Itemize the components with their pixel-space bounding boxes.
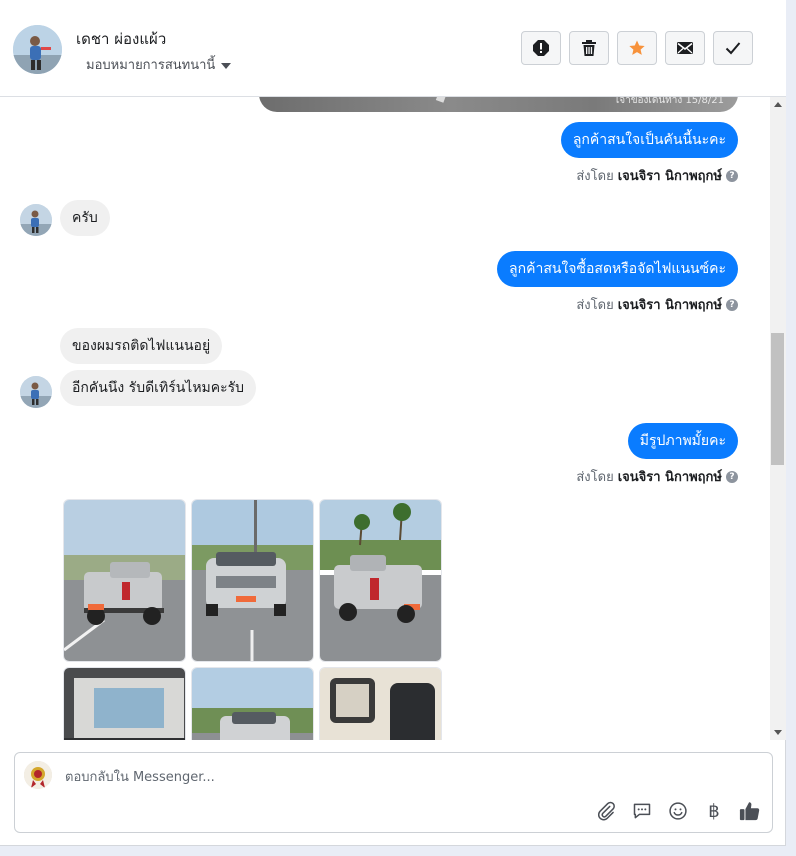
help-icon[interactable]: ? bbox=[726, 169, 738, 182]
payment-button[interactable]: ฿ bbox=[702, 799, 726, 823]
speech-bubble-icon bbox=[633, 803, 651, 819]
reply-composer: ฿ bbox=[14, 752, 773, 833]
star-button[interactable] bbox=[617, 31, 657, 65]
outgoing-message[interactable]: มีรูปภาพมั้ยคะ bbox=[627, 423, 738, 459]
outgoing-message[interactable]: ลูกค้าสนใจเป็นคันนี้นะคะ bbox=[560, 122, 738, 158]
car-photo[interactable] bbox=[63, 499, 186, 662]
assign-conversation-dropdown[interactable]: มอบหมายการสนทนานี้ bbox=[86, 54, 232, 75]
composer-tools: ฿ bbox=[594, 799, 762, 823]
envelope-icon bbox=[677, 42, 693, 54]
car-photo[interactable] bbox=[191, 667, 314, 740]
emoji-button[interactable] bbox=[666, 799, 690, 823]
delete-button[interactable] bbox=[569, 31, 609, 65]
incoming-message[interactable]: อีกคันนึง รับดีเทิร์นไหมคะรับ bbox=[60, 370, 257, 406]
reply-input[interactable] bbox=[63, 765, 667, 789]
car-photo[interactable] bbox=[319, 667, 442, 740]
sent-by-label: ส่งโดย เจนจิรา นิกาพฤกษ์ ? bbox=[576, 294, 738, 315]
incoming-message[interactable]: ครับ bbox=[60, 200, 110, 236]
thumbs-up-icon bbox=[739, 802, 760, 821]
sender-avatar[interactable] bbox=[20, 376, 52, 408]
sent-by-name: เจนจิรา นิกาพฤกษ์ bbox=[617, 298, 722, 313]
sent-by-label: ส่งโดย เจนจิรา นิกาพฤกษ์ ? bbox=[576, 165, 738, 186]
baht-icon: ฿ bbox=[708, 800, 720, 822]
header-actions bbox=[521, 31, 753, 65]
shared-image-partial[interactable]: เจ้าของเดินทาง 15/8/21 bbox=[259, 97, 738, 112]
sender-avatar[interactable] bbox=[20, 204, 52, 236]
assign-label: มอบหมายการสนทนานี้ bbox=[86, 58, 216, 73]
car-photo[interactable] bbox=[319, 499, 442, 662]
scrollbar-thumb[interactable] bbox=[771, 333, 784, 465]
conversation-header: เดชา ผ่องแผ้ว มอบหมายการสนทนานี้ bbox=[0, 0, 786, 97]
page-avatar bbox=[24, 761, 52, 789]
thread-scrollbar[interactable] bbox=[770, 97, 786, 740]
scroll-up-arrow-icon[interactable] bbox=[774, 102, 782, 107]
smiley-icon bbox=[669, 802, 687, 820]
attach-button[interactable] bbox=[594, 799, 618, 823]
mark-done-button[interactable] bbox=[713, 31, 753, 65]
paperclip-icon bbox=[597, 801, 615, 821]
car-photo[interactable] bbox=[63, 667, 186, 740]
sent-by-name: เจนจิรา นิกาพฤกษ์ bbox=[617, 169, 722, 184]
alert-icon bbox=[533, 40, 549, 56]
contact-name: เดชา ผ่องแผ้ว bbox=[76, 30, 167, 48]
mark-unread-button[interactable] bbox=[665, 31, 705, 65]
contact-avatar[interactable] bbox=[13, 25, 62, 74]
check-icon bbox=[725, 42, 741, 55]
incoming-message[interactable]: ของผมรถติดไฟแนนอยู่ bbox=[60, 328, 223, 364]
message-thread[interactable]: เจ้าของเดินทาง 15/8/21 ลูกค้าสนใจเป็นคัน… bbox=[0, 97, 770, 740]
like-button[interactable] bbox=[738, 799, 762, 823]
outgoing-message[interactable]: ลูกค้าสนใจซื้อสดหรือจัดไฟแนนซ์คะ bbox=[497, 251, 738, 287]
mark-spam-button[interactable] bbox=[521, 31, 561, 65]
trash-icon bbox=[582, 40, 596, 56]
conversation-panel: เดชา ผ่องแผ้ว มอบหมายการสนทนานี้ เจ้าของ… bbox=[0, 0, 786, 846]
sent-by-label: ส่งโดย เจนจิรา นิกาพฤกษ์ ? bbox=[576, 466, 738, 487]
help-icon[interactable]: ? bbox=[726, 470, 738, 483]
star-icon bbox=[629, 40, 645, 55]
sent-by-name: เจนจิรา นิกาพฤกษ์ bbox=[617, 470, 722, 485]
scroll-down-arrow-icon[interactable] bbox=[774, 730, 782, 735]
image-caption: เจ้าของเดินทาง 15/8/21 bbox=[615, 97, 724, 106]
saved-replies-button[interactable] bbox=[630, 799, 654, 823]
caret-down-icon bbox=[221, 62, 232, 69]
car-photo[interactable] bbox=[191, 499, 314, 662]
help-icon[interactable]: ? bbox=[726, 298, 738, 311]
